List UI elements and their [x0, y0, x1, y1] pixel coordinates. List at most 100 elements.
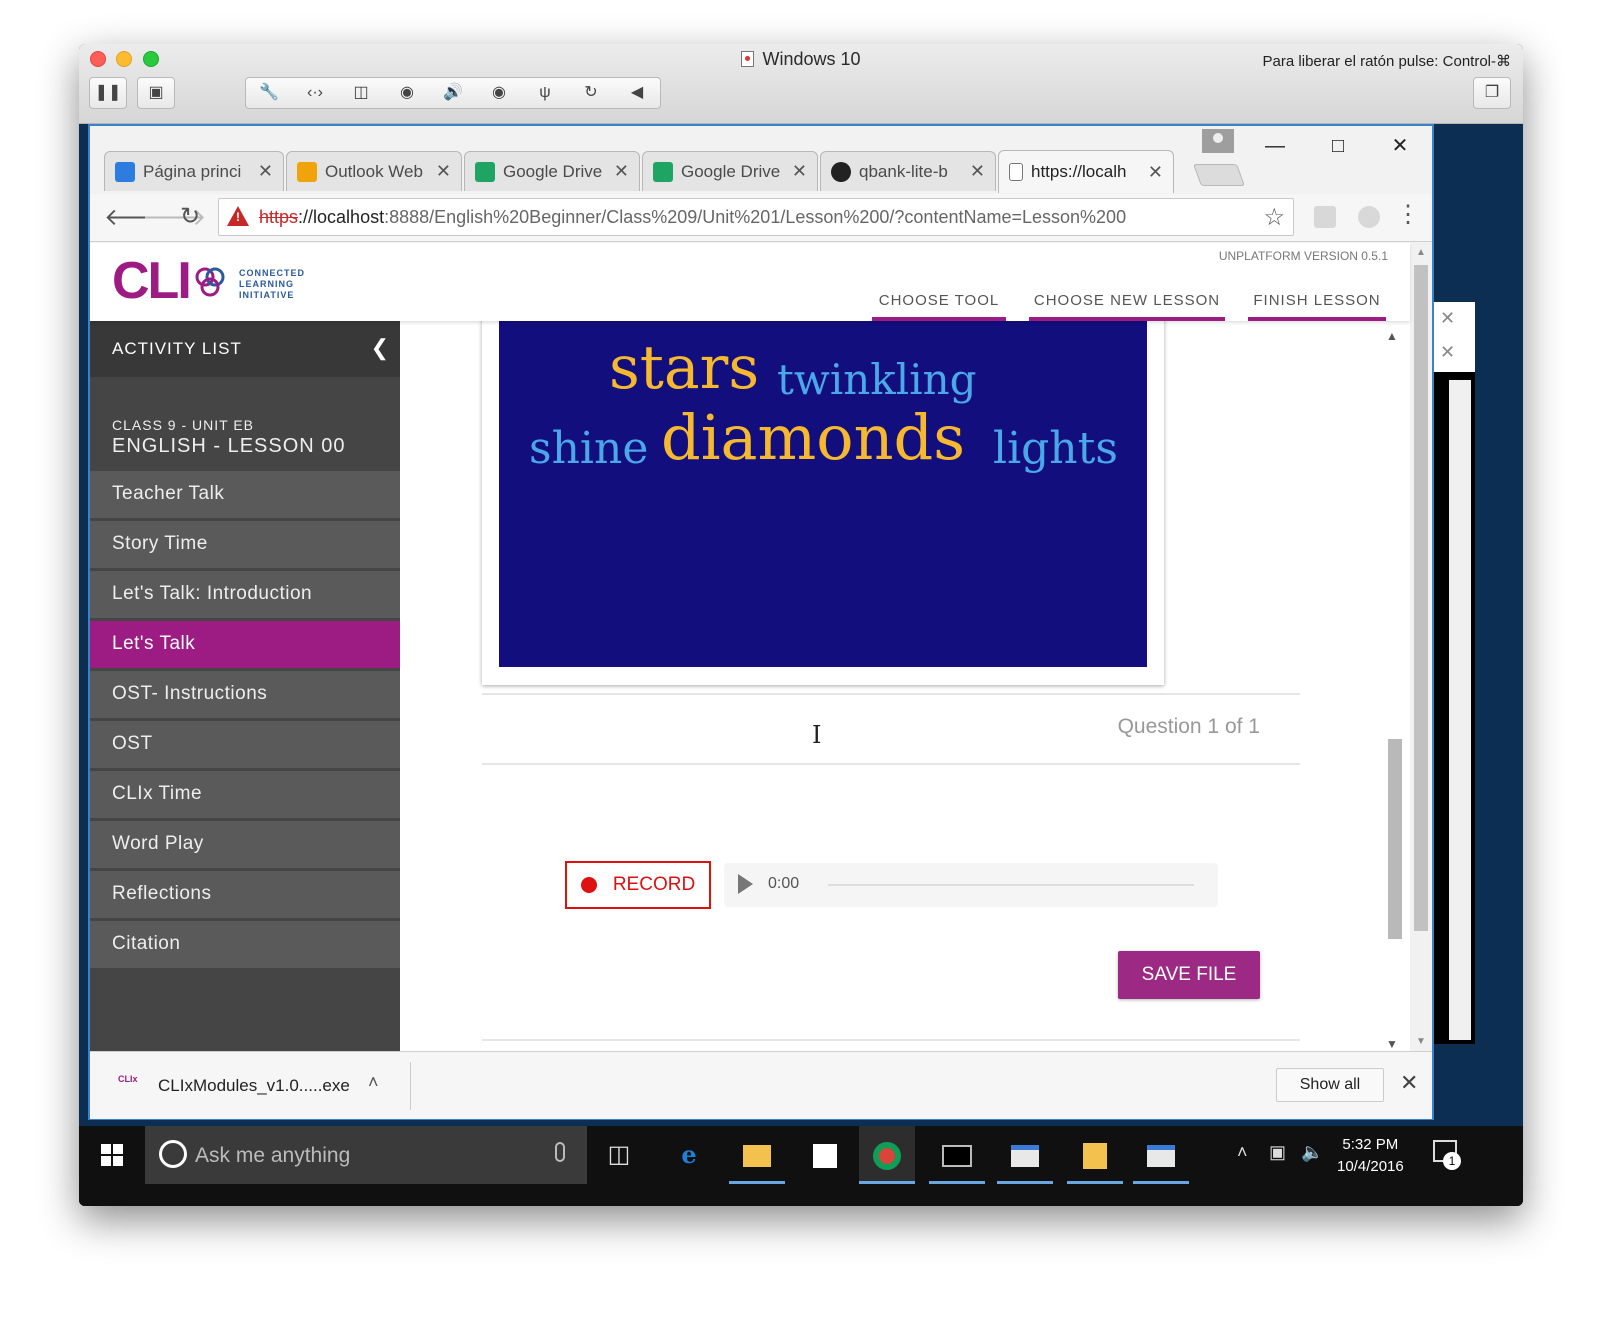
chevron-up-icon[interactable]: ˄ — [1237, 1142, 1248, 1163]
chevron-left-icon[interactable]: ❮ — [371, 335, 390, 361]
activity-content: stars twinkling shine diamonds lights Qu… — [400, 321, 1410, 1051]
close-icon[interactable]: ✕ — [614, 161, 629, 182]
windows-start-icon[interactable] — [101, 1144, 123, 1166]
browser-tab[interactable]: Página princi ✕ — [104, 151, 284, 191]
python-file-icon[interactable] — [1067, 1126, 1123, 1184]
windows-icon: ❐ — [1484, 84, 1500, 101]
activity-item[interactable]: Let's Talk: Introduction — [90, 571, 400, 618]
webcam-icon[interactable]: ◉ — [476, 78, 522, 108]
fullscreen-button[interactable]: ❐ — [1473, 77, 1511, 109]
minimize-icon[interactable]: — — [1255, 132, 1295, 160]
close-icon[interactable]: ✕ — [1380, 132, 1420, 160]
chevron-left-icon[interactable]: ◀ — [614, 78, 660, 108]
close-icon[interactable]: ✕ — [1440, 342, 1455, 363]
browser-tab[interactable]: Google Drive ✕ — [464, 151, 640, 191]
browser-tab[interactable]: Outlook Web ✕ — [286, 151, 462, 191]
page-viewport: CLI CONNECTED LEARNING INITIATIVE UNPLAT… — [90, 243, 1432, 1051]
notification-count-badge: 1 — [1443, 1152, 1461, 1170]
close-icon[interactable]: ✕ — [1148, 162, 1163, 183]
scroll-down-icon[interactable]: ▼ — [1386, 1037, 1398, 1051]
browser-tab-active[interactable]: https://localh ✕ — [998, 150, 1174, 193]
address-bar[interactable]: https://localhost:8888/English%20Beginne… — [218, 198, 1294, 236]
close-icon[interactable]: ✕ — [970, 161, 985, 182]
scroll-up-icon[interactable]: ▲ — [1386, 329, 1398, 343]
cortana-search-box[interactable]: Ask me anything — [145, 1126, 587, 1184]
activity-item[interactable]: Word Play — [90, 821, 400, 868]
volume-icon[interactable]: 🔈 — [1301, 1142, 1323, 1163]
word-cloud-word: twinkling — [777, 355, 977, 404]
play-icon[interactable] — [738, 874, 753, 894]
choose-new-lesson-button[interactable]: CHOOSE NEW LESSON — [1029, 289, 1225, 321]
not-secure-warning-icon[interactable] — [227, 206, 249, 226]
record-button[interactable]: RECORD — [565, 861, 711, 909]
maximize-icon[interactable]: □ — [1318, 132, 1358, 160]
task-view-icon[interactable]: ◫ — [591, 1126, 647, 1184]
activity-item[interactable]: Story Time — [90, 521, 400, 568]
activity-item[interactable]: OST- Instructions — [90, 671, 400, 718]
activity-item[interactable]: OST — [90, 721, 400, 768]
clix-knot-icon — [195, 267, 225, 297]
download-shelf: CLIx CLIxModules_v1.0.....exe ˄ Show all… — [90, 1051, 1432, 1119]
close-icon[interactable]: ✕ — [1400, 1070, 1418, 1096]
chrome-icon[interactable] — [859, 1126, 915, 1184]
activity-list-title: ACTIVITY LIST — [112, 339, 242, 358]
scrollbar-thumb[interactable] — [1388, 739, 1402, 939]
snapshot-icon: ▣ — [148, 84, 164, 101]
word-cloud-word: stars — [609, 333, 760, 403]
network-arrows-icon[interactable]: ‹·› — [292, 78, 338, 108]
sync-icon[interactable]: ↻ — [568, 78, 614, 108]
activity-item[interactable]: Teacher Talk — [90, 471, 400, 518]
bookmark-star-icon[interactable]: ☆ — [1263, 203, 1285, 232]
reload-icon[interactable]: ↻ — [180, 202, 200, 231]
extension-icon[interactable] — [1314, 206, 1336, 228]
microphone-icon[interactable] — [555, 1142, 565, 1162]
close-icon[interactable]: ✕ — [1440, 308, 1455, 329]
activity-item[interactable]: Reflections — [90, 871, 400, 918]
disk-icon[interactable]: ◫ — [338, 78, 384, 108]
close-icon[interactable]: ✕ — [436, 161, 451, 182]
kebab-menu-icon[interactable]: ⋮ — [1396, 200, 1420, 229]
window-app-icon[interactable] — [997, 1126, 1053, 1184]
logo-tagline: CONNECTED LEARNING INITIATIVE — [239, 268, 305, 301]
speaker-icon[interactable]: 🔊 — [430, 78, 476, 108]
content-scrollbar[interactable]: ▲ ▼ — [1384, 329, 1402, 1051]
close-icon[interactable]: ✕ — [792, 161, 807, 182]
store-icon[interactable] — [797, 1126, 853, 1184]
choose-tool-button[interactable]: CHOOSE TOOL — [872, 289, 1006, 321]
extension-icon[interactable] — [1358, 206, 1380, 228]
camera-icon[interactable]: ◉ — [384, 78, 430, 108]
file-explorer-icon[interactable] — [729, 1126, 785, 1184]
browser-tab[interactable]: qbank-lite-b ✕ — [820, 151, 996, 191]
download-filename[interactable]: CLIxModules_v1.0.....exe — [158, 1076, 350, 1096]
browser-tab[interactable]: Google Drive ✕ — [642, 151, 818, 191]
scroll-down-icon[interactable]: ▼ — [1416, 1036, 1426, 1047]
edge-icon[interactable]: e — [661, 1126, 717, 1184]
new-tab-button[interactable] — [1192, 164, 1246, 186]
wrench-icon[interactable]: 🔧 — [246, 78, 292, 108]
system-clock[interactable]: 5:32 PM 10/4/2016 — [1337, 1134, 1404, 1178]
background-window-scrollbar[interactable] — [1449, 380, 1471, 1040]
usb-icon[interactable]: ψ — [522, 78, 568, 108]
finish-lesson-button[interactable]: FINISH LESSON — [1248, 289, 1386, 321]
scroll-up-icon[interactable]: ▲ — [1416, 247, 1426, 258]
scrollbar-thumb[interactable] — [1414, 265, 1428, 931]
url-scheme: https — [259, 207, 299, 227]
url-text[interactable]: https://localhost:8888/English%20Beginne… — [259, 207, 1126, 228]
activity-item[interactable]: CLIx Time — [90, 771, 400, 818]
chevron-up-icon[interactable]: ˄ — [368, 1072, 379, 1093]
window-app-icon[interactable] — [1133, 1126, 1189, 1184]
network-icon[interactable]: ▣ — [1269, 1142, 1286, 1163]
record-dot-icon — [580, 877, 597, 893]
activity-item[interactable]: Citation — [90, 921, 400, 968]
pause-button[interactable]: ❚❚ — [89, 77, 127, 109]
snapshot-button[interactable]: ▣ — [137, 77, 175, 109]
activity-item-selected[interactable]: Let's Talk — [90, 621, 400, 668]
profile-icon[interactable] — [1202, 129, 1234, 153]
command-prompt-icon[interactable] — [929, 1126, 985, 1184]
audio-progress-track[interactable] — [828, 884, 1194, 886]
save-file-button[interactable]: SAVE FILE — [1118, 951, 1260, 999]
show-all-button[interactable]: Show all — [1276, 1068, 1384, 1102]
close-icon[interactable]: ✕ — [258, 161, 273, 182]
clix-logo[interactable]: CLI — [112, 251, 192, 311]
page-scrollbar[interactable]: ▲ ▼ — [1410, 243, 1432, 1051]
